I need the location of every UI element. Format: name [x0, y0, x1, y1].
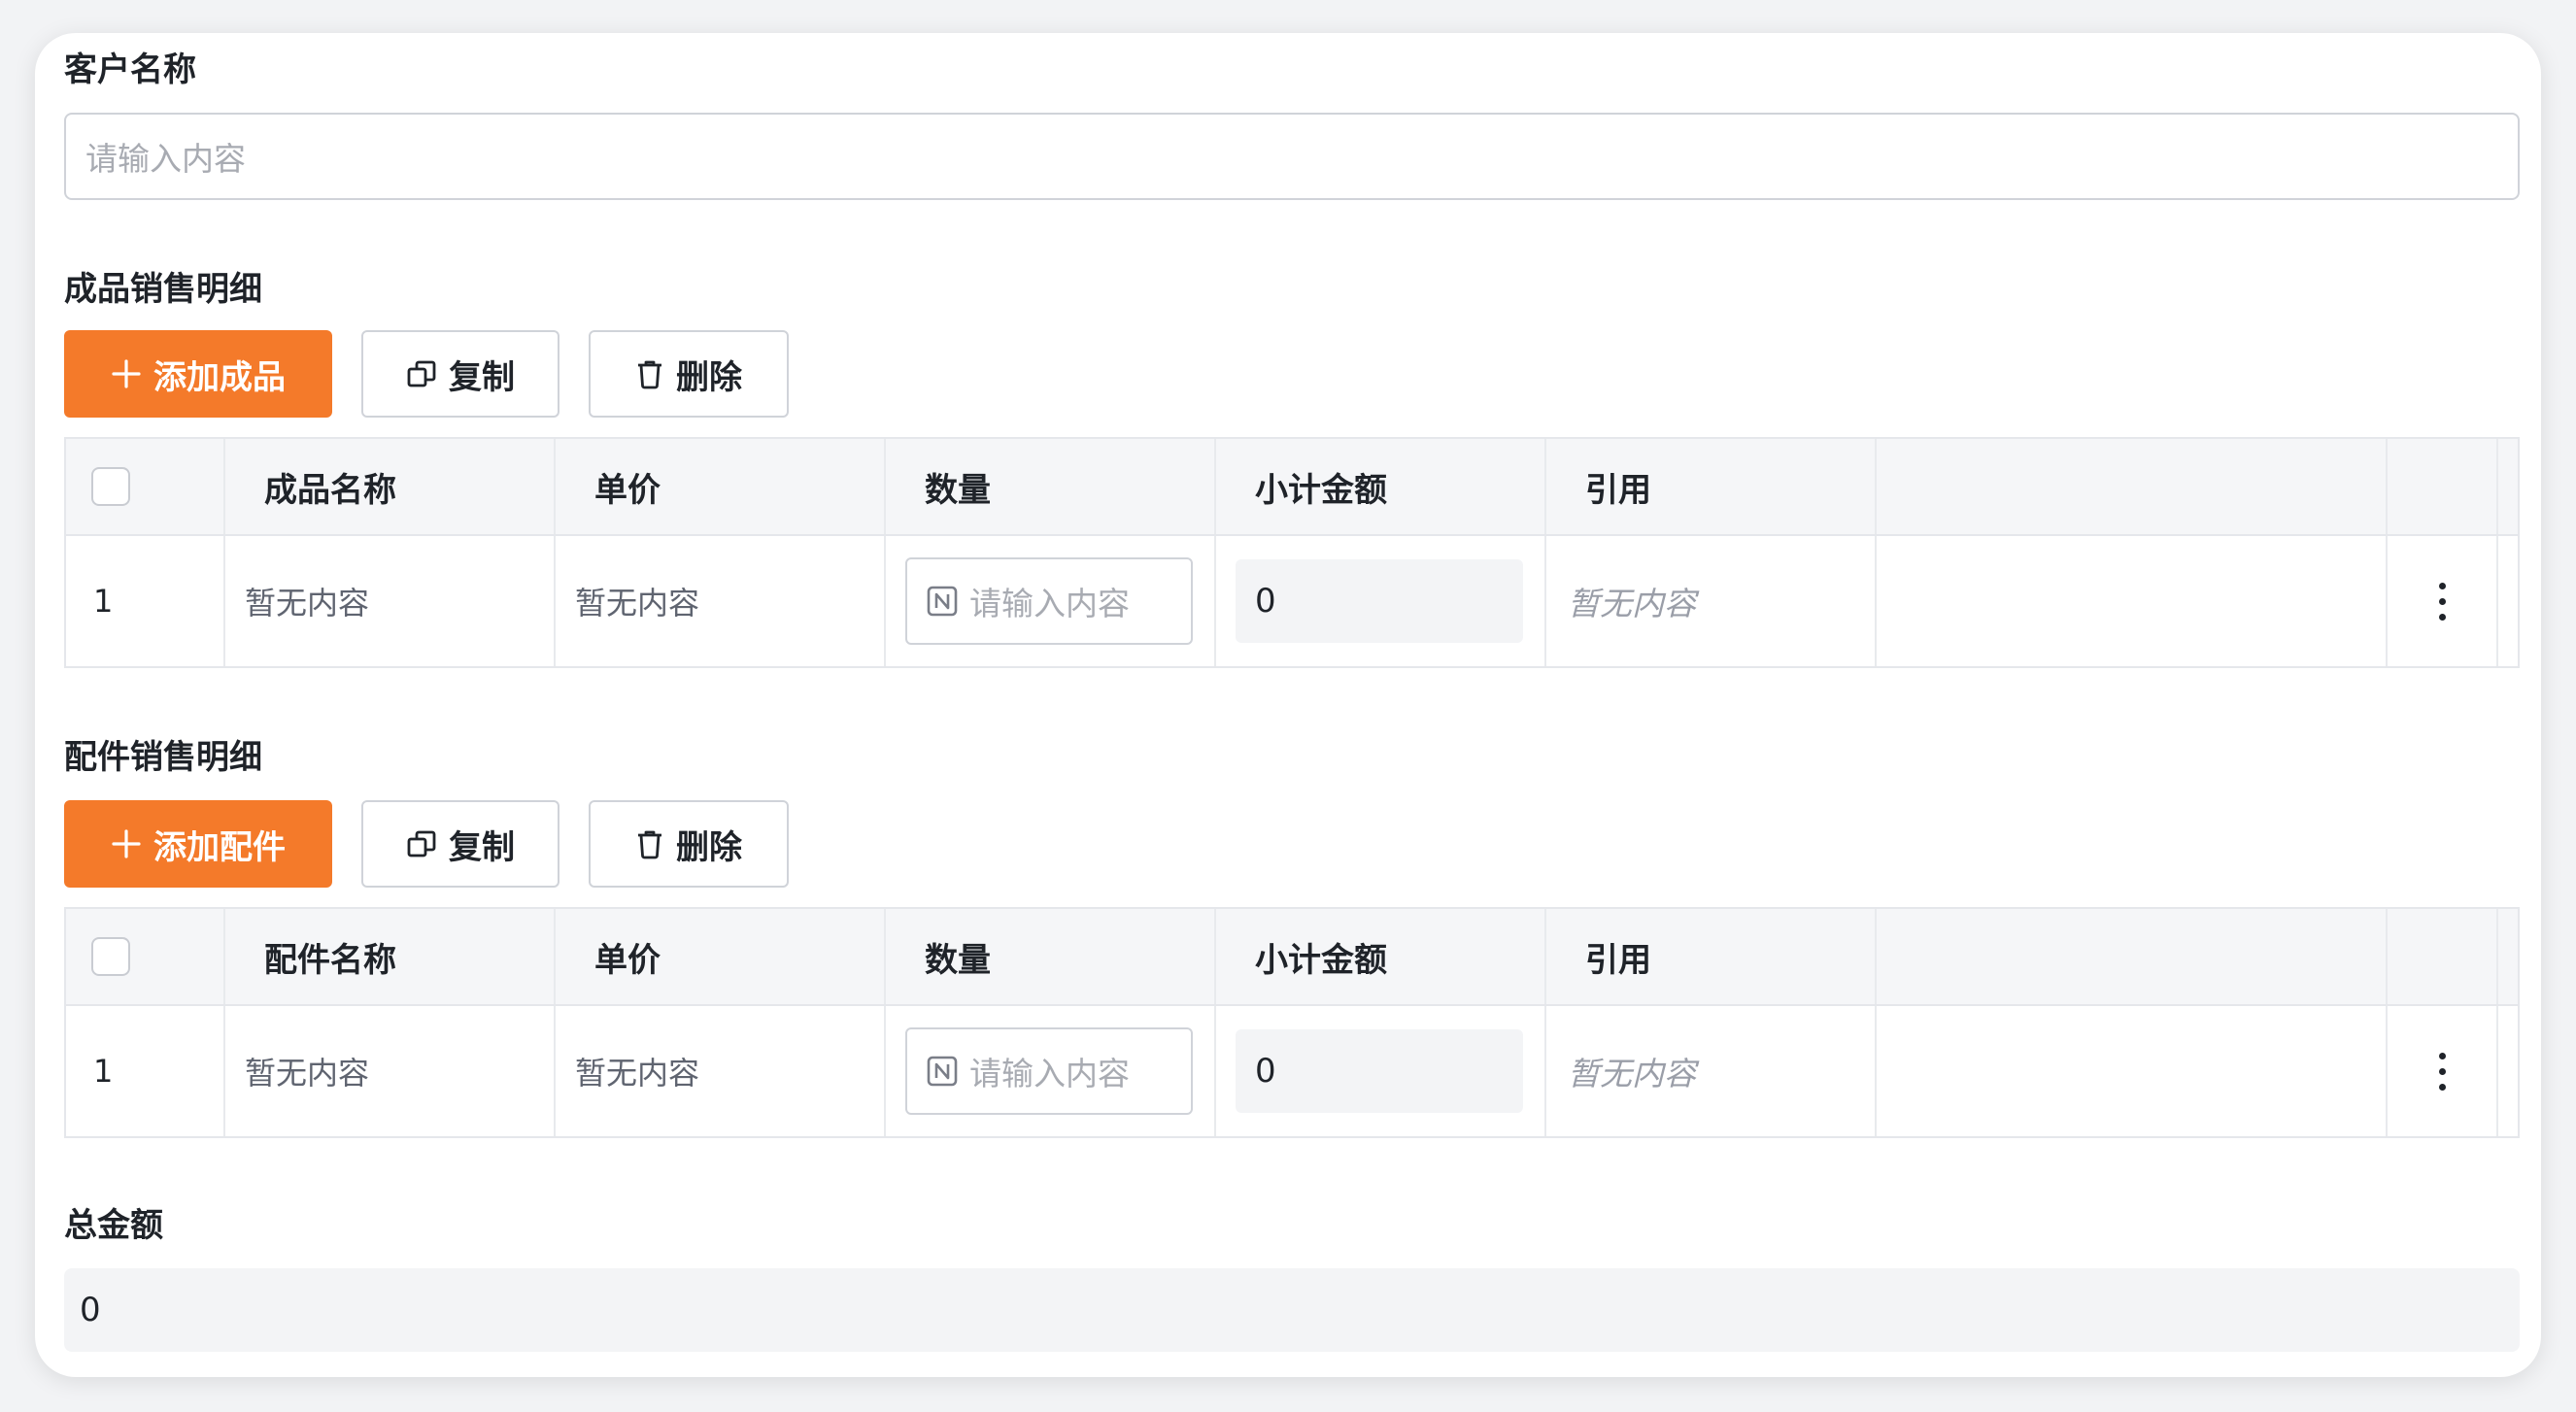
customer-name-label: 客户名称 — [64, 50, 196, 89]
form-card: 客户名称 请输入内容 成品销售明细 添加成品 复制 删除 成品名称 单价 数量 … — [35, 33, 2541, 1377]
product-row-actions-cell — [2388, 536, 2498, 666]
product-row-price: 暂无内容 — [556, 536, 886, 666]
product-row-subtotal-cell: 0 — [1216, 536, 1546, 666]
number-field-icon — [927, 1056, 958, 1087]
parts-col-reference: 引用 — [1546, 909, 1877, 1004]
plus-icon — [112, 359, 141, 388]
trash-icon — [638, 360, 661, 389]
product-row-reference: 暂无内容 — [1546, 536, 1877, 666]
product-col-subtotal: 小计金额 — [1216, 439, 1546, 534]
product-quantity-placeholder: 请输入内容 — [969, 585, 1130, 622]
parts-row-qty-cell: 请输入内容 — [886, 1006, 1216, 1136]
customer-name-placeholder: 请输入内容 — [85, 140, 246, 178]
product-row-spacer — [1877, 536, 2388, 666]
trash-icon — [638, 830, 661, 859]
table-row: 1 暂无内容 暂无内容 请输入内容 0 暂无内容 — [66, 1006, 2518, 1136]
add-product-label: 添加成品 — [153, 357, 286, 397]
parts-subtotal-field: 0 — [1236, 1029, 1523, 1113]
product-col-price: 单价 — [556, 439, 886, 534]
parts-quantity-input[interactable]: 请输入内容 — [905, 1027, 1193, 1115]
parts-table-header: 配件名称 单价 数量 小计金额 引用 — [66, 909, 2518, 1006]
parts-col-subtotal: 小计金额 — [1216, 909, 1546, 1004]
parts-row-index: 1 — [66, 1006, 225, 1136]
parts-table: 配件名称 单价 数量 小计金额 引用 1 暂无内容 暂无内容 请输入内容 0 暂… — [64, 907, 2520, 1138]
copy-icon — [407, 830, 436, 857]
product-subtotal-field: 0 — [1236, 559, 1523, 643]
parts-col-name: 配件名称 — [225, 909, 556, 1004]
product-section-title: 成品销售明细 — [64, 270, 262, 309]
more-vertical-icon[interactable] — [2438, 582, 2446, 621]
product-table-header: 成品名称 单价 数量 小计金额 引用 — [66, 439, 2518, 536]
parts-col-actions — [2388, 909, 2498, 1004]
parts-row-spacer — [1877, 1006, 2388, 1136]
parts-row-subtotal-cell: 0 — [1216, 1006, 1546, 1136]
product-col-name: 成品名称 — [225, 439, 556, 534]
delete-part-button[interactable]: 删除 — [589, 800, 789, 888]
parts-row-price: 暂无内容 — [556, 1006, 886, 1136]
product-col-actions — [2388, 439, 2498, 534]
total-amount-field: 0 — [64, 1268, 2520, 1352]
product-row-name: 暂无内容 — [225, 536, 556, 666]
parts-col-price: 单价 — [556, 909, 886, 1004]
product-row-index: 1 — [66, 536, 225, 666]
copy-part-label: 复制 — [449, 827, 515, 867]
delete-part-label: 删除 — [676, 827, 742, 867]
parts-row-name: 暂无内容 — [225, 1006, 556, 1136]
copy-icon — [407, 360, 436, 387]
parts-row-actions-cell — [2388, 1006, 2498, 1136]
copy-product-label: 复制 — [449, 357, 515, 397]
total-amount-label: 总金额 — [64, 1206, 163, 1245]
product-select-all-checkbox[interactable] — [91, 467, 130, 506]
product-table: 成品名称 单价 数量 小计金额 引用 1 暂无内容 暂无内容 请输入内容 0 暂… — [64, 437, 2520, 668]
product-row-qty-cell: 请输入内容 — [886, 536, 1216, 666]
parts-quantity-placeholder: 请输入内容 — [969, 1055, 1130, 1093]
delete-product-button[interactable]: 删除 — [589, 330, 789, 418]
add-part-label: 添加配件 — [153, 827, 286, 867]
product-col-spacer — [1877, 439, 2388, 534]
product-col-qty: 数量 — [886, 439, 1216, 534]
parts-section-title: 配件销售明细 — [64, 738, 262, 777]
copy-product-button[interactable]: 复制 — [361, 330, 559, 418]
add-product-button[interactable]: 添加成品 — [64, 330, 332, 418]
product-quantity-input[interactable]: 请输入内容 — [905, 557, 1193, 645]
table-row: 1 暂无内容 暂无内容 请输入内容 0 暂无内容 — [66, 536, 2518, 666]
number-field-icon — [927, 586, 958, 617]
copy-part-button[interactable]: 复制 — [361, 800, 559, 888]
plus-icon — [112, 829, 141, 858]
parts-select-all-checkbox[interactable] — [91, 937, 130, 976]
parts-select-all-cell — [66, 909, 225, 1004]
more-vertical-icon[interactable] — [2438, 1052, 2446, 1091]
parts-col-qty: 数量 — [886, 909, 1216, 1004]
delete-product-label: 删除 — [676, 357, 742, 397]
product-select-all-cell — [66, 439, 225, 534]
parts-row-reference: 暂无内容 — [1546, 1006, 1877, 1136]
product-col-reference: 引用 — [1546, 439, 1877, 534]
customer-name-input[interactable]: 请输入内容 — [64, 113, 2520, 200]
parts-col-spacer — [1877, 909, 2388, 1004]
add-part-button[interactable]: 添加配件 — [64, 800, 332, 888]
